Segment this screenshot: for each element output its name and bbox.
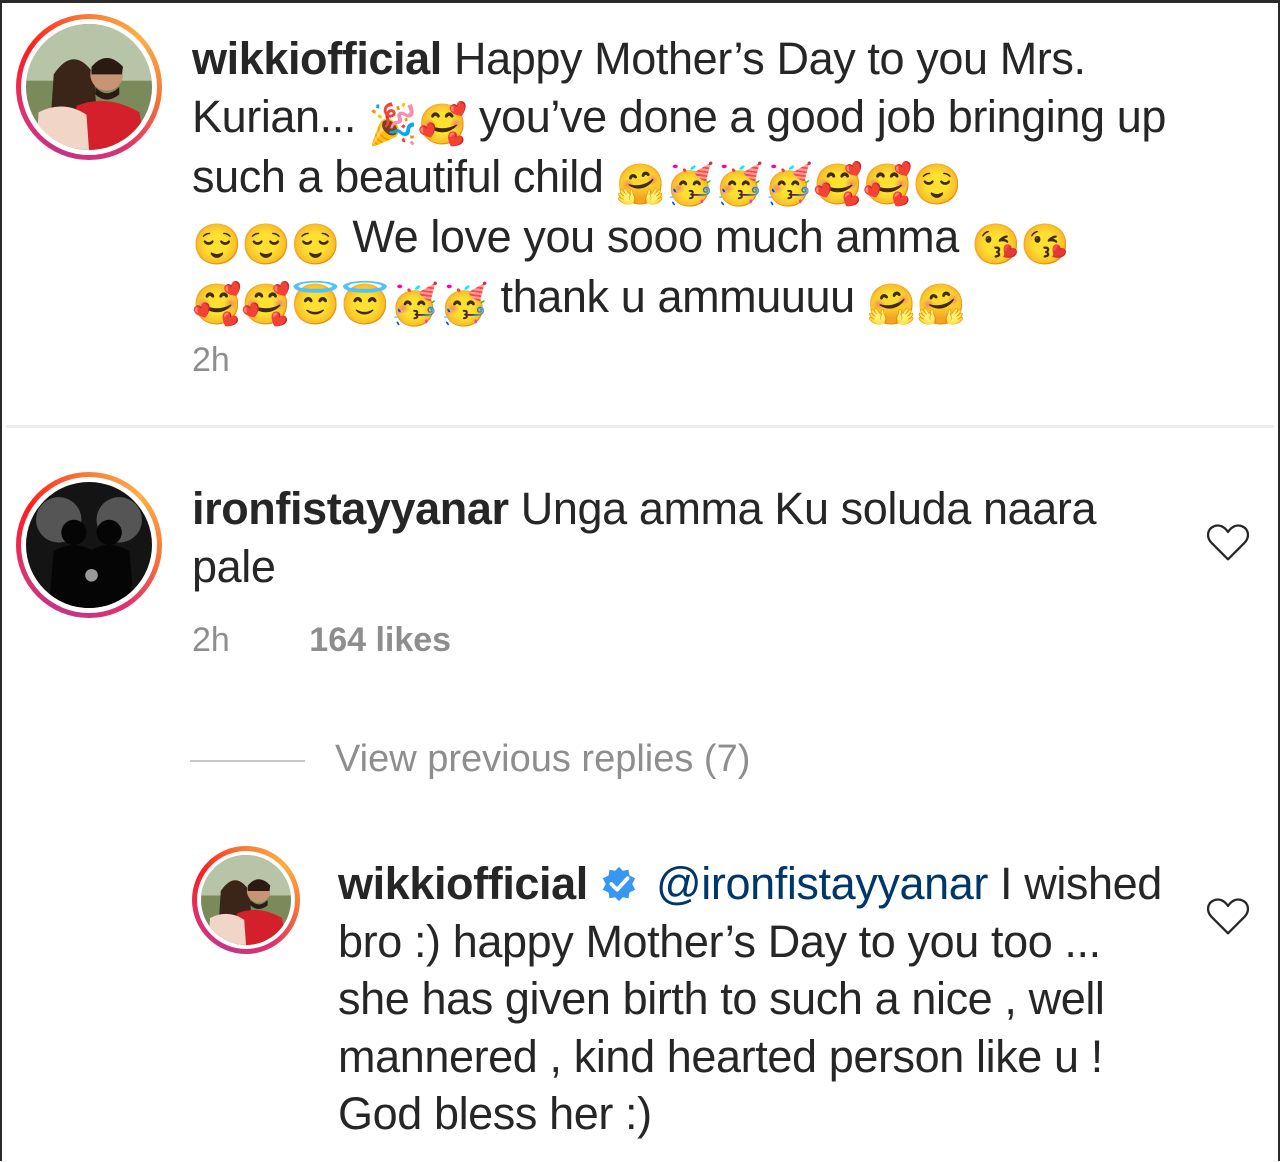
verified-badge-icon: [602, 866, 636, 902]
comment-2-meta: 2h 164 likes: [192, 621, 451, 660]
heart-outline-icon[interactable]: [1206, 896, 1250, 936]
comment-time[interactable]: 2h: [192, 341, 230, 379]
love-emoji-icon: 🥰🥰😇😇🥳🥳: [192, 282, 489, 327]
comment-text: We love you sooo much amma: [352, 210, 959, 262]
avatar-wikkiofficial[interactable]: [192, 846, 300, 954]
divider: [6, 425, 1274, 428]
comment-text: thank u ammuuuu: [500, 270, 856, 322]
avatar-ironfistayyanar[interactable]: [16, 472, 162, 618]
replies-line: [190, 759, 305, 762]
comment-username[interactable]: wikkiofficial: [192, 33, 442, 84]
heart-outline-icon[interactable]: [1206, 522, 1250, 562]
comment-2-body: ironfistayyanar Unga amma Ku soluda naar…: [192, 480, 1172, 595]
comment-time[interactable]: 2h: [192, 621, 230, 659]
comment-1-body: wikkiofficial Happy Mother’s Day to you …: [192, 30, 1232, 328]
reply-username[interactable]: wikkiofficial: [338, 858, 588, 909]
avatar-photo: [26, 24, 152, 150]
view-previous-replies-button[interactable]: View previous replies (7): [190, 738, 750, 781]
kiss-emoji-icon: 😘😘: [971, 222, 1070, 267]
relieved-emoji-icon: 😌😌😌: [192, 222, 341, 267]
avatar-photo: [201, 855, 291, 945]
comment-1-meta: 2h: [192, 341, 230, 380]
view-previous-replies-label: View previous replies (7): [335, 738, 751, 780]
avatar-photo: [26, 482, 152, 608]
avatar-wikkiofficial[interactable]: [16, 14, 162, 160]
reply-mention[interactable]: @ironfistayyanar: [656, 858, 988, 909]
party-emoji-icon: 🎉🥰: [368, 102, 467, 147]
like-count[interactable]: 164 likes: [309, 621, 451, 659]
hug-emoji-icon: 🤗🥳🥳🥳🥰🥰😌: [615, 162, 962, 207]
comment-username[interactable]: ironfistayyanar: [192, 483, 509, 534]
reply-body: wikkiofficial @ironfistayyanar I wished …: [338, 855, 1178, 1143]
hug-emoji-icon: 🤗🤗: [866, 282, 966, 327]
